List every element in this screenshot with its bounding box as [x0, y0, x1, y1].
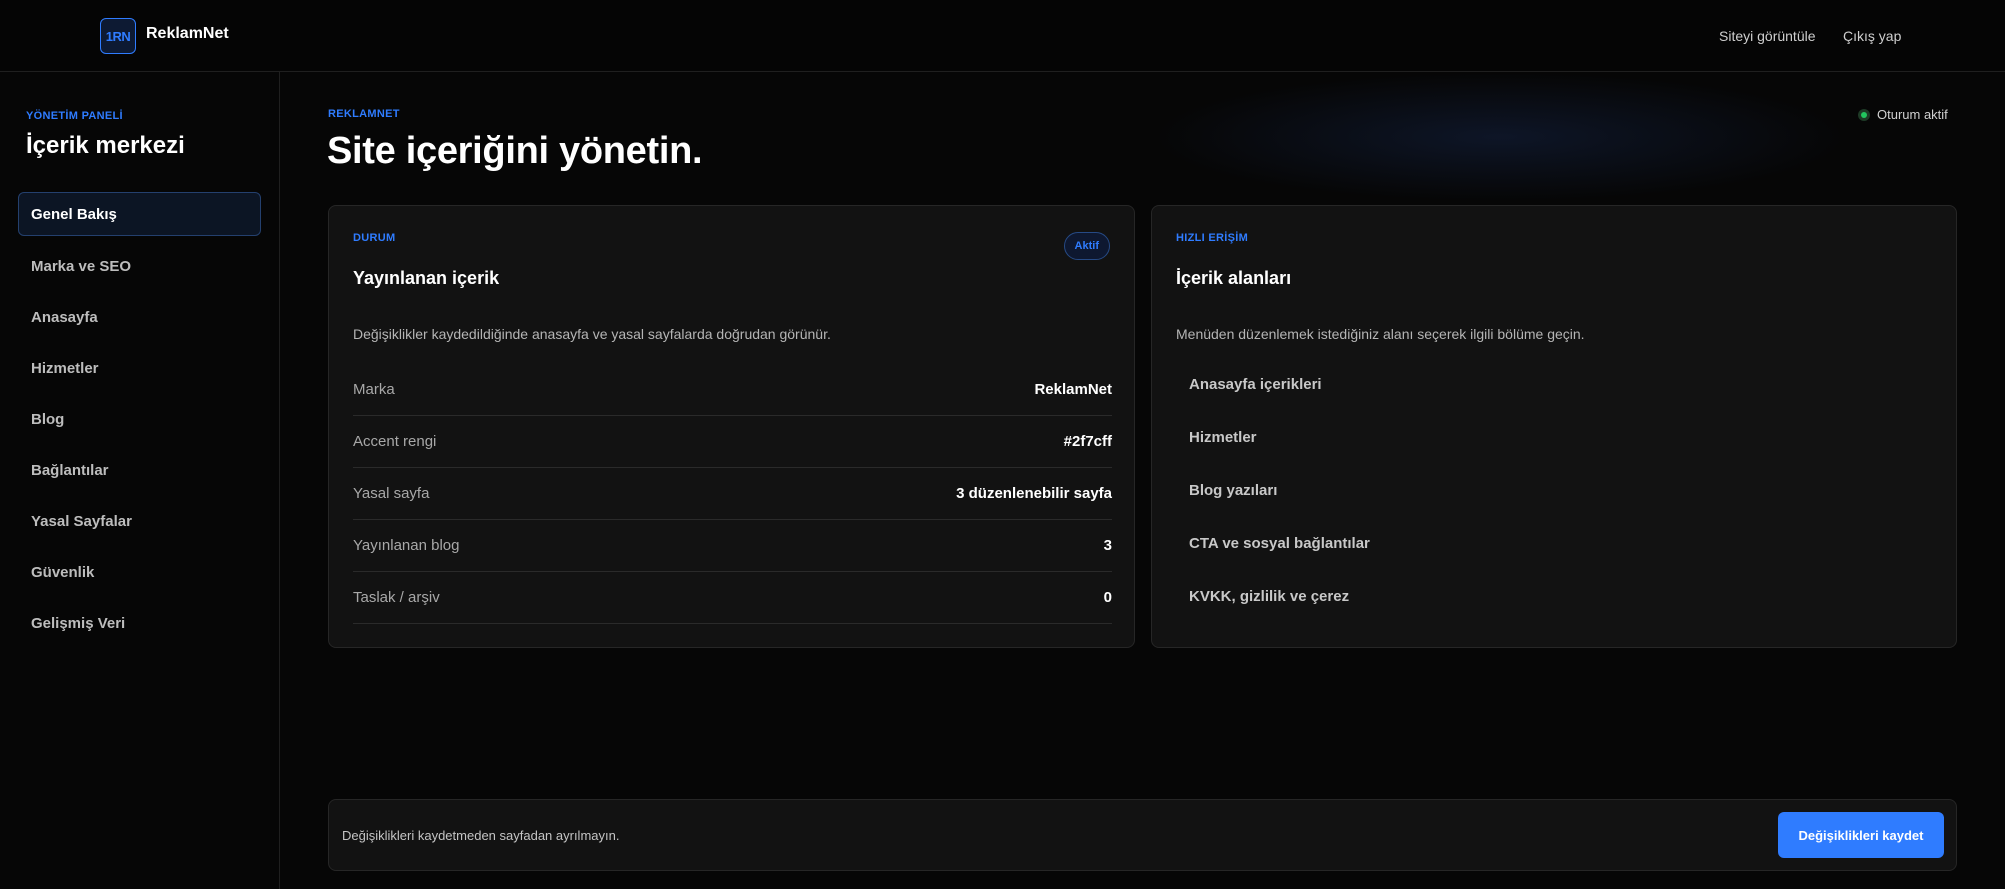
save-bar: Değişiklikleri kaydetmeden sayfadan ayrı… — [328, 799, 1957, 871]
logout-link[interactable]: Çıkış yap — [1843, 28, 1901, 44]
top-bar: 1RN ReklamNet Siteyi görüntüle Çıkış yap — [0, 0, 2005, 72]
sidebar-item-marka-seo[interactable]: Marka ve SEO — [18, 244, 261, 288]
status-badge: Aktif — [1063, 232, 1110, 260]
stat-value: 3 düzenlenebilir sayfa — [956, 485, 1112, 502]
stat-value: #2f7cff — [1063, 433, 1112, 450]
quick-link-blog[interactable]: Blog yazıları — [1189, 482, 1277, 499]
stat-label: Yasal sayfa — [353, 485, 430, 502]
stat-label: Yayınlanan blog — [353, 537, 460, 554]
save-changes-button[interactable]: Değişiklikleri kaydet — [1778, 812, 1944, 858]
sidebar-item-genel-bakis[interactable]: Genel Bakış — [18, 192, 261, 236]
status-card-description: Değişiklikler kaydedildiğinde anasayfa v… — [353, 326, 831, 342]
status-card: DURUM Aktif Yayınlanan içerik Değişiklik… — [328, 205, 1135, 648]
status-card-eyebrow: DURUM — [353, 232, 396, 244]
sidebar-item-yasal-sayfalar[interactable]: Yasal Sayfalar — [18, 499, 261, 543]
quick-access-card: HIZLI ERİŞİM İçerik alanları Menüden düz… — [1151, 205, 1957, 648]
stat-value: ReklamNet — [1034, 381, 1112, 398]
brand-logo[interactable]: 1RN — [100, 18, 136, 54]
status-card-title: Yayınlanan içerik — [353, 268, 500, 288]
sidebar-eyebrow: YÖNETİM PANELİ — [26, 110, 123, 122]
sidebar: YÖNETİM PANELİ İçerik merkezi Genel Bakı… — [0, 72, 280, 889]
stat-row: Yayınlanan blog 3 — [353, 520, 1112, 572]
quick-link-hizmetler[interactable]: Hizmetler — [1189, 429, 1257, 446]
sidebar-item-baglantilar[interactable]: Bağlantılar — [18, 448, 261, 492]
brand-name[interactable]: ReklamNet — [146, 25, 229, 43]
quick-link-cta-social[interactable]: CTA ve sosyal bağlantılar — [1189, 535, 1370, 552]
quick-access-description: Menüden düzenlemek istediğiniz alanı seç… — [1176, 326, 1585, 342]
stat-row: Taslak / arşiv 0 — [353, 572, 1112, 624]
sidebar-item-blog[interactable]: Blog — [18, 397, 261, 441]
sidebar-title: İçerik merkezi — [26, 132, 185, 159]
stat-value: 3 — [1103, 537, 1112, 554]
page-title: Site içeriğini yönetin. — [327, 130, 703, 172]
quick-link-anasayfa[interactable]: Anasayfa içerikleri — [1189, 376, 1322, 393]
stat-row: Marka ReklamNet — [353, 364, 1112, 416]
stat-value: 0 — [1103, 589, 1112, 606]
header-glow — [1150, 72, 1850, 202]
session-status: Oturum aktif — [1858, 107, 1948, 122]
stat-row: Accent rengi #2f7cff — [353, 416, 1112, 468]
quick-access-eyebrow: HIZLI ERİŞİM — [1176, 232, 1249, 244]
sidebar-item-gelismis-veri[interactable]: Gelişmiş Veri — [18, 601, 261, 645]
stat-label: Marka — [353, 381, 395, 398]
sidebar-item-anasayfa[interactable]: Anasayfa — [18, 295, 261, 339]
sidebar-item-guvenlik[interactable]: Güvenlik — [18, 550, 261, 594]
stat-label: Taslak / arşiv — [353, 589, 440, 606]
page-eyebrow: REKLAMNET — [328, 108, 400, 120]
stat-label: Accent rengi — [353, 433, 437, 450]
unsaved-warning: Değişiklikleri kaydetmeden sayfadan ayrı… — [342, 828, 620, 843]
view-site-link[interactable]: Siteyi görüntüle — [1719, 28, 1816, 44]
quick-link-legal[interactable]: KVKK, gizlilik ve çerez — [1189, 588, 1349, 605]
sidebar-item-hizmetler[interactable]: Hizmetler — [18, 346, 261, 390]
session-status-label: Oturum aktif — [1877, 107, 1948, 122]
status-dot-icon — [1858, 108, 1870, 121]
quick-access-title: İçerik alanları — [1176, 268, 1292, 288]
stat-row: Yasal sayfa 3 düzenlenebilir sayfa — [353, 468, 1112, 520]
